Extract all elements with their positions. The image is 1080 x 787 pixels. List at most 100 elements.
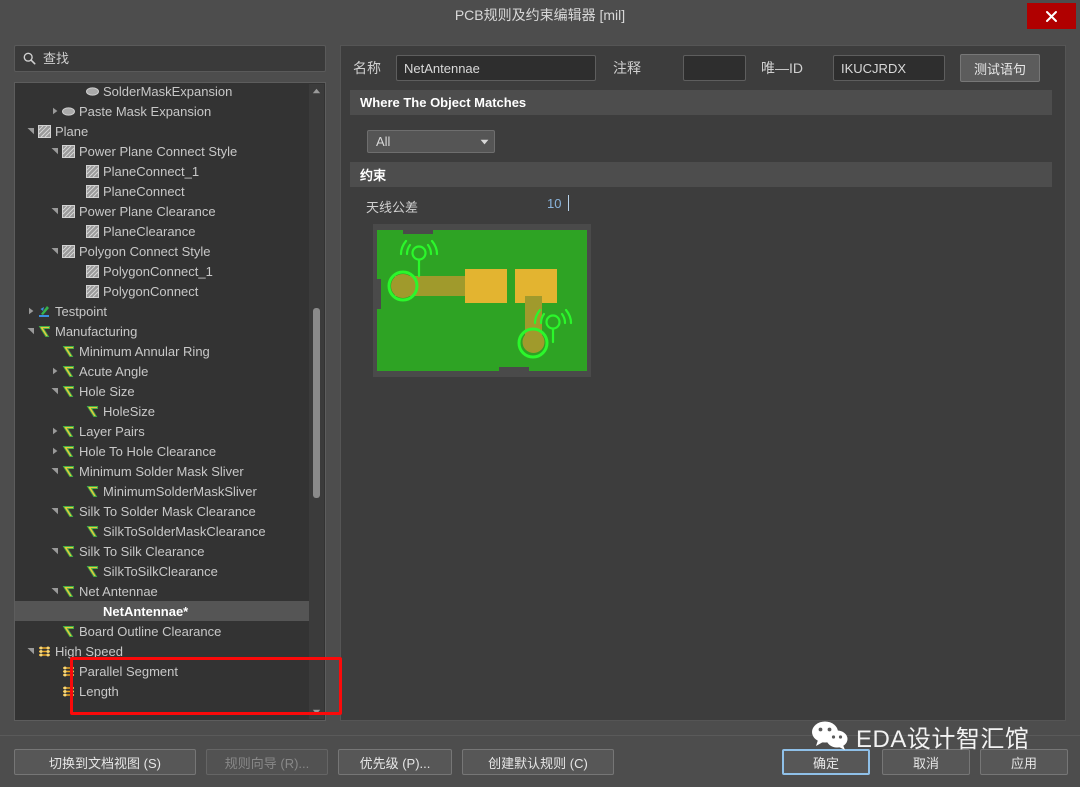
tree-item[interactable]: Silk To Silk Clearance (15, 541, 309, 561)
close-button[interactable] (1027, 3, 1076, 29)
switch-to-document-view-button[interactable]: 切换到文档视图 (S) (14, 749, 196, 775)
tree-item[interactable]: PolygonConnect_1 (15, 261, 309, 281)
tree-twisty-icon[interactable] (25, 641, 37, 661)
tree-item-selected[interactable]: NetAntennae* (15, 601, 309, 621)
rule-identity-row: 名称 注释 唯—ID 测试语句 (341, 46, 1067, 90)
tree-item[interactable]: Layer Pairs (15, 421, 309, 441)
tree-item-label: PlaneConnect (103, 183, 185, 199)
plane-icon (85, 224, 100, 239)
tree-item[interactable]: Hole To Hole Clearance (15, 441, 309, 461)
cancel-button[interactable]: 取消 (882, 749, 970, 775)
unique-id-input[interactable] (833, 55, 945, 81)
tree-twisty-icon[interactable] (25, 321, 37, 341)
tree-twisty-icon[interactable] (73, 181, 85, 201)
tree-item[interactable]: Minimum Annular Ring (15, 341, 309, 361)
tree-twisty-icon[interactable] (49, 581, 61, 601)
mask-icon (61, 104, 76, 119)
search-input[interactable] (36, 51, 325, 66)
tree-item[interactable]: Length (15, 681, 309, 701)
tree-item[interactable]: HoleSize (15, 401, 309, 421)
tree-twisty-icon[interactable] (49, 241, 61, 261)
tree-twisty-icon[interactable] (73, 83, 85, 101)
tree-item-label: Polygon Connect Style (79, 243, 211, 259)
tree-twisty-icon[interactable] (49, 461, 61, 481)
tree-twisty-icon[interactable] (49, 201, 61, 221)
tree-twisty-icon[interactable] (49, 541, 61, 561)
tree-twisty-icon[interactable] (49, 421, 61, 441)
tree-item[interactable]: SilkToSolderMaskClearance (15, 521, 309, 541)
scope-select[interactable]: All (367, 130, 495, 153)
tree-twisty-icon[interactable] (25, 121, 37, 141)
tree-twisty-icon[interactable] (49, 341, 61, 361)
mask-icon (85, 84, 100, 99)
tree-item[interactable]: Silk To Solder Mask Clearance (15, 501, 309, 521)
tree-item[interactable]: Power Plane Connect Style (15, 141, 309, 161)
tree-twisty-icon[interactable] (49, 621, 61, 641)
tree-twisty-icon[interactable] (73, 221, 85, 241)
tree-scrollbar[interactable] (309, 84, 324, 719)
mfg-icon (61, 464, 76, 479)
tree-item[interactable]: Minimum Solder Mask Sliver (15, 461, 309, 481)
tree-twisty-icon[interactable] (49, 361, 61, 381)
tree-twisty-icon[interactable] (49, 681, 61, 701)
tree-twisty-icon[interactable] (73, 481, 85, 501)
highspeed-icon (37, 644, 52, 659)
scroll-up-icon[interactable] (309, 84, 324, 98)
tree-twisty-icon[interactable] (49, 141, 61, 161)
tree-item[interactable]: PlaneConnect_1 (15, 161, 309, 181)
tree-item[interactable]: PlaneConnect (15, 181, 309, 201)
tree-item[interactable]: MinimumSolderMaskSliver (15, 481, 309, 501)
tree-twisty-icon[interactable] (49, 441, 61, 461)
tree-item[interactable]: Manufacturing (15, 321, 309, 341)
tree-twisty-icon[interactable] (73, 561, 85, 581)
apply-button[interactable]: 应用 (980, 749, 1068, 775)
tree-twisty-icon[interactable] (73, 261, 85, 281)
tree-twisty-icon[interactable] (49, 381, 61, 401)
antenna-tolerance-value[interactable]: 10 (547, 196, 561, 211)
tree-item[interactable]: Plane (15, 121, 309, 141)
rules-tree[interactable]: SolderMaskExpansion Paste Mask Expansion P… (14, 82, 326, 721)
mfg-icon (61, 624, 76, 639)
tree-twisty-icon[interactable] (49, 101, 61, 121)
create-default-rules-button[interactable]: 创建默认规则 (C) (462, 749, 614, 775)
tree-twisty-icon[interactable] (49, 501, 61, 521)
tree-item[interactable]: Net Antennae (15, 581, 309, 601)
tree-item-label: Minimum Solder Mask Sliver (79, 463, 244, 479)
tree-twisty-icon[interactable] (73, 161, 85, 181)
search-box[interactable] (14, 45, 326, 72)
tree-twisty-icon[interactable] (73, 401, 85, 421)
tree-twisty-icon[interactable] (73, 281, 85, 301)
close-icon (1046, 10, 1057, 22)
tree-item[interactable]: PlaneClearance (15, 221, 309, 241)
scrollbar-thumb[interactable] (313, 308, 320, 498)
tree-item[interactable]: Board Outline Clearance (15, 621, 309, 641)
tree-item[interactable]: High Speed (15, 641, 309, 661)
tree-item[interactable]: SolderMaskExpansion (15, 83, 309, 101)
tree-item[interactable]: Hole Size (15, 381, 309, 401)
scroll-down-icon[interactable] (309, 705, 324, 719)
tree-item[interactable]: SilkToSilkClearance (15, 561, 309, 581)
tree-twisty-icon[interactable] (49, 661, 61, 681)
tree-twisty-icon[interactable] (73, 521, 85, 541)
priority-button[interactable]: 优先级 (P)... (338, 749, 452, 775)
mfg-icon (37, 324, 52, 339)
tree-item-label: PlaneConnect_1 (103, 163, 200, 179)
mfg-icon (85, 524, 100, 539)
rules-tree-list[interactable]: SolderMaskExpansion Paste Mask Expansion P… (15, 83, 309, 718)
plane-icon (61, 204, 76, 219)
tree-item[interactable]: PolygonConnect (15, 281, 309, 301)
tree-item[interactable]: Acute Angle (15, 361, 309, 381)
plane-icon (85, 284, 100, 299)
tree-item[interactable]: Paste Mask Expansion (15, 101, 309, 121)
tree-item[interactable]: Parallel Segment (15, 661, 309, 681)
tree-item[interactable]: Power Plane Clearance (15, 201, 309, 221)
tree-item[interactable]: Polygon Connect Style (15, 241, 309, 261)
rule-wizard-button[interactable]: 规则向导 (R)... (206, 749, 328, 775)
tree-item[interactable]: Testpoint (15, 301, 309, 321)
test-query-button[interactable]: 测试语句 (960, 54, 1040, 82)
ok-button[interactable]: 确定 (782, 749, 870, 775)
tree-item-label: Parallel Segment (79, 663, 178, 679)
rule-name-input[interactable] (396, 55, 596, 81)
tree-twisty-icon[interactable] (25, 301, 37, 321)
rule-comment-input[interactable] (683, 55, 746, 81)
